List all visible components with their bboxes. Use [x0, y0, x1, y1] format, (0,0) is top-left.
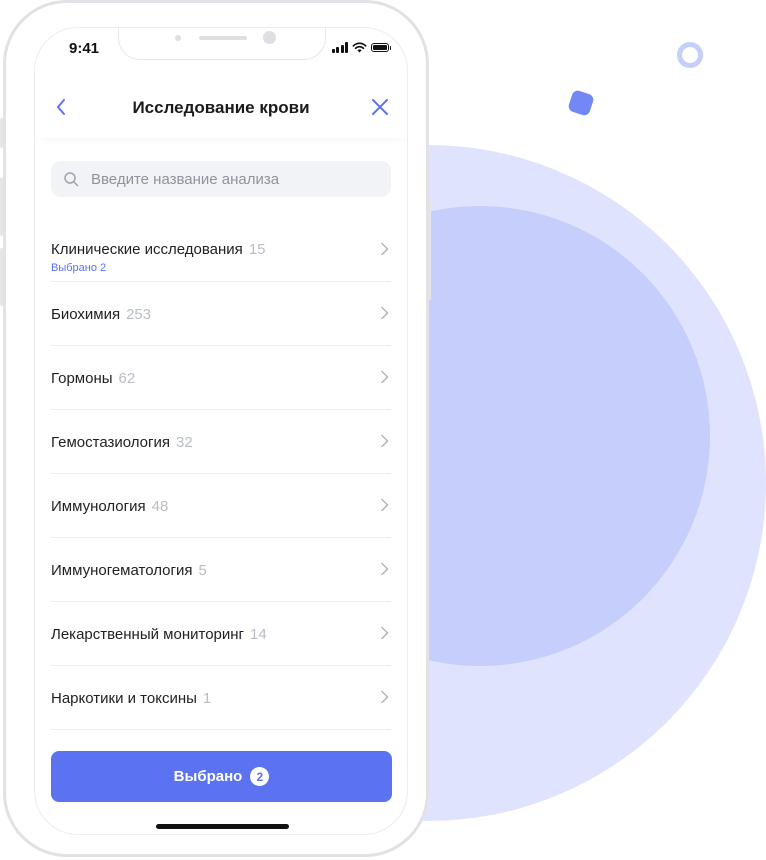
search-input[interactable]: [89, 169, 383, 189]
cellular-signal-icon: [331, 42, 348, 53]
list-item-label: Гормоны: [51, 370, 113, 387]
chevron-right-icon: [381, 434, 389, 448]
category-list: Клинические исследования 15 Выбрано 2 Био…: [51, 218, 391, 730]
wifi-icon: [352, 42, 367, 53]
list-item-text: Иммунология 48: [51, 498, 168, 515]
list-item-text: Гормоны 62: [51, 370, 135, 387]
list-item-label: Иммунология: [51, 498, 146, 515]
home-indicator[interactable]: [156, 824, 289, 829]
list-item-count: 62: [118, 370, 136, 387]
navigation-bar: Исследование крови: [35, 80, 407, 138]
list-item[interactable]: Гемостазиология 32: [51, 410, 391, 474]
close-icon[interactable]: [369, 96, 391, 118]
page-title: Исследование крови: [132, 98, 310, 117]
front-camera: [263, 31, 276, 44]
chevron-right-icon: [381, 498, 389, 512]
list-item-label: Лекарственный мониторинг: [51, 626, 245, 643]
battery-icon: [371, 43, 391, 52]
decorative-ring: [677, 42, 703, 68]
search-icon: [64, 172, 79, 187]
list-item[interactable]: Иммуногематология 5: [51, 538, 391, 602]
sensor-dot: [175, 35, 181, 41]
list-item-count: 5: [198, 562, 207, 579]
list-item[interactable]: Клинические исследования 15 Выбрано 2: [51, 218, 391, 282]
list-item-count: 32: [176, 434, 193, 451]
list-item-label: Иммуногематология: [51, 562, 193, 579]
list-item-count: 1: [202, 690, 212, 707]
selected-button[interactable]: Выбрано 2: [51, 751, 392, 802]
list-item-text: Гемостазиология 32: [51, 434, 193, 451]
list-item-label: Клинические исследования: [51, 241, 243, 258]
chevron-right-icon: [381, 242, 389, 256]
phone-screen: 9:41 Исследование крови Введите название…: [34, 27, 408, 835]
list-item[interactable]: Лекарственный мониторинг 14: [51, 602, 391, 666]
list-item-count: 15: [248, 241, 266, 258]
list-item-count: 253: [126, 306, 152, 323]
status-icons: [331, 42, 391, 53]
chevron-right-icon: [381, 306, 389, 320]
chevron-right-icon: [381, 370, 389, 384]
list-item[interactable]: Иммунология 48: [51, 474, 391, 538]
selected-note: Выбрано 2: [51, 262, 107, 274]
chevron-right-icon: [381, 626, 389, 640]
list-item[interactable]: Гормоны 62: [51, 346, 391, 410]
list-item-count: 14: [250, 626, 267, 643]
decorative-diamond: [567, 89, 595, 117]
phone-notch: [118, 28, 326, 60]
list-item-text: Клинические исследования 15: [51, 241, 266, 258]
speaker-grille: [199, 36, 247, 40]
status-time: 9:41: [69, 40, 100, 57]
selected-count-badge: 2: [250, 767, 270, 786]
search-field[interactable]: [51, 161, 391, 197]
chevron-right-icon: [381, 690, 389, 704]
list-item-label: Гемостазиология: [51, 434, 170, 451]
list-item-label: Наркотики и токсины: [51, 690, 197, 707]
list-item-text: Иммуногематология 5: [51, 562, 207, 579]
phone-frame: 9:41 Исследование крови Введите название…: [3, 0, 429, 857]
selected-button-label: Выбрано: [173, 768, 243, 785]
chevron-right-icon: [381, 562, 389, 576]
list-item-count: 48: [151, 498, 169, 515]
list-item-text: Биохимия 253: [51, 306, 151, 323]
list-item-text: Наркотики и токсины 1: [51, 690, 211, 707]
list-item[interactable]: Биохимия 253: [51, 282, 391, 346]
list-item-text: Лекарственный мониторинг 14: [51, 626, 267, 643]
list-item[interactable]: Наркотики и токсины 1: [51, 666, 391, 730]
list-item-label: Биохимия: [51, 306, 121, 323]
